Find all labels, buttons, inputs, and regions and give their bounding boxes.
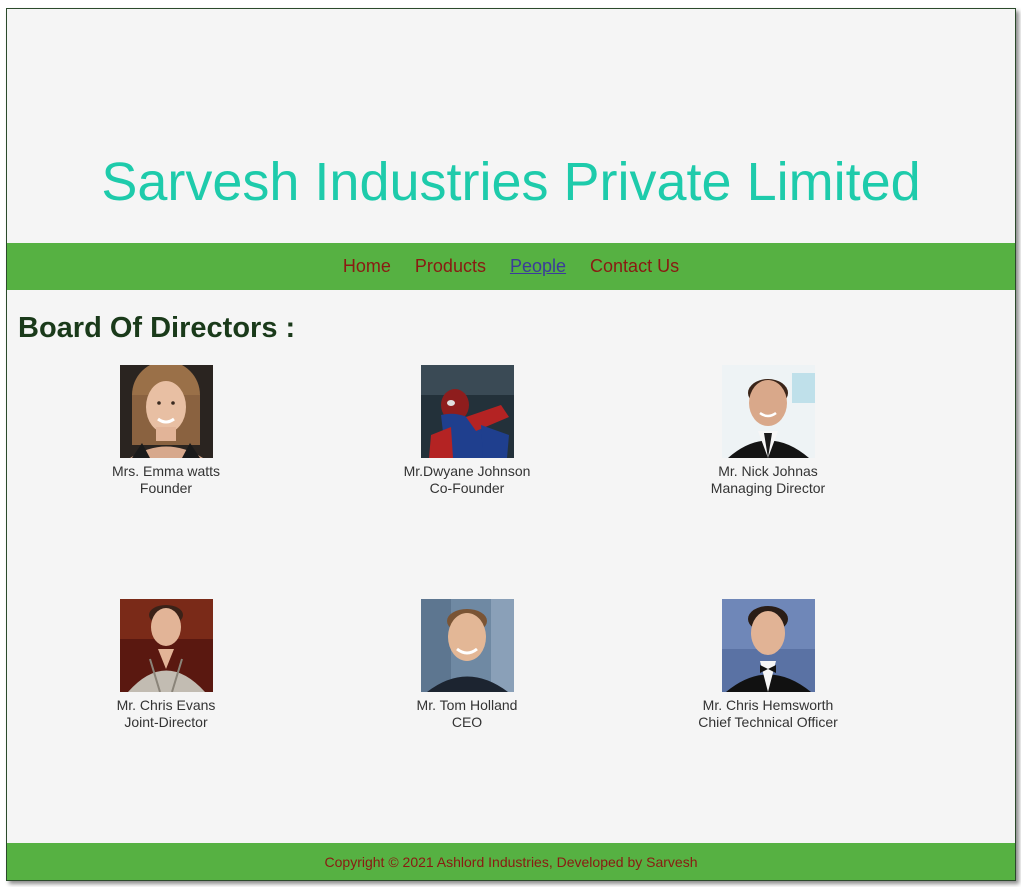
- site-header: Sarvesh Industries Private Limited: [7, 9, 1015, 243]
- person-card: Mr. Nick Johnas Managing Director: [658, 365, 878, 497]
- portrait-young-man-icon: [119, 599, 213, 692]
- nav-link-products[interactable]: Products: [415, 256, 486, 277]
- person-name: Mr. Tom Holland: [416, 697, 518, 713]
- person-role: Co-Founder: [429, 480, 505, 496]
- person-name: Mr.Dwyane Johnson: [403, 463, 531, 479]
- person-card: Mr.Dwyane Johnson Co-Founder: [357, 365, 577, 497]
- nav-bar: Home Products People Contact Us: [7, 243, 1015, 290]
- portrait-man-suit-icon: [721, 365, 815, 458]
- person-role: Managing Director: [710, 480, 826, 496]
- page-frame: Sarvesh Industries Private Limited Home …: [6, 8, 1016, 881]
- portrait-spiderman-icon: [420, 365, 514, 458]
- person-card: Mr. Chris Evans Joint-Director: [56, 599, 276, 731]
- site-title: Sarvesh Industries Private Limited: [101, 152, 921, 212]
- portrait-woman-smiling-icon: [119, 365, 213, 458]
- person-role: Joint-Director: [124, 714, 208, 730]
- person-name: Mr. Chris Hemsworth: [702, 697, 834, 713]
- person-card: Mr. Tom Holland CEO: [357, 599, 577, 731]
- section-title: Board Of Directors :: [18, 312, 296, 344]
- nav-link-home[interactable]: Home: [343, 256, 391, 277]
- person-card: Mrs. Emma watts Founder: [56, 365, 276, 497]
- person-card: Mr. Chris Hemsworth Chief Technical Offi…: [658, 599, 878, 731]
- person-name: Mr. Chris Evans: [116, 697, 216, 713]
- person-role: CEO: [451, 714, 483, 730]
- person-name: Mr. Nick Johnas: [718, 463, 818, 479]
- person-role: Founder: [139, 480, 193, 496]
- nav-link-people[interactable]: People: [510, 256, 566, 277]
- portrait-man-smiling-icon: [420, 599, 514, 692]
- person-name: Mrs. Emma watts: [111, 463, 221, 479]
- nav-link-contact-us[interactable]: Contact Us: [590, 256, 679, 277]
- person-role: Chief Technical Officer: [698, 714, 838, 730]
- copyright-text: Copyright © 2021 Ashlord Industries, Dev…: [324, 853, 698, 870]
- site-footer: Copyright © 2021 Ashlord Industries, Dev…: [7, 843, 1015, 880]
- portrait-man-tuxedo-icon: [721, 599, 815, 692]
